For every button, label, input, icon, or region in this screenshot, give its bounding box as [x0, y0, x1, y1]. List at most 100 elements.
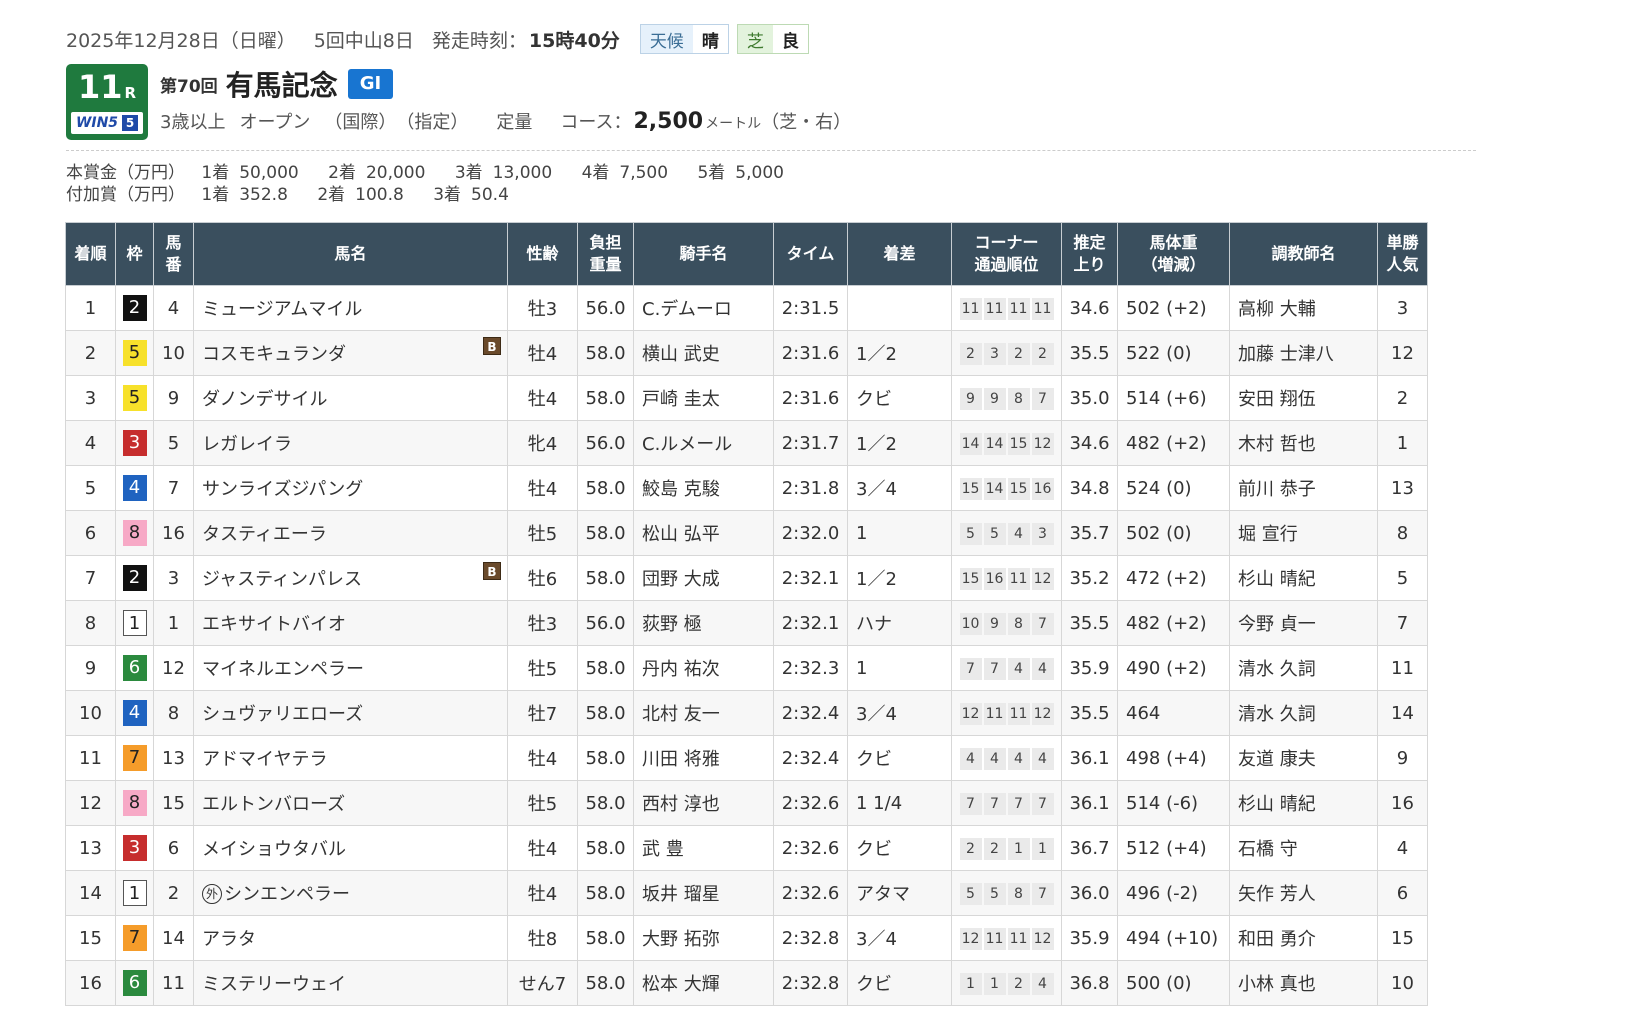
- waku-badge: 5: [122, 385, 147, 411]
- trainer-link[interactable]: 小林 真也: [1238, 974, 1316, 995]
- corners-cell: 11 11 11 11: [951, 285, 1062, 331]
- trainer-link[interactable]: 木村 哲也: [1238, 434, 1316, 455]
- umaban: 12: [153, 645, 194, 691]
- horse-name-link[interactable]: ジャスティンパレス: [202, 569, 362, 590]
- corner-position: 7: [959, 792, 982, 815]
- body-weight: 514 (-6): [1117, 780, 1230, 826]
- jockey-link[interactable]: 川田 将雅: [642, 749, 720, 770]
- horse-cell: マイネルエンペラー: [193, 645, 508, 691]
- carried-weight: 58.0: [577, 510, 634, 556]
- corner-position: 12: [1031, 567, 1054, 590]
- horse-name-link[interactable]: マイネルエンペラー: [202, 659, 364, 680]
- corner-position: 14: [983, 432, 1006, 455]
- popularity: 7: [1377, 600, 1428, 646]
- horse-cell: ミステリーウェイ: [193, 960, 508, 1006]
- waku-badge: 7: [122, 745, 147, 771]
- race-name[interactable]: 有馬記念: [226, 64, 338, 104]
- post-time: 15時40分: [528, 29, 620, 52]
- time: 2:32.1: [773, 600, 848, 646]
- horse-name-link[interactable]: ミュージアムマイル: [202, 299, 362, 320]
- horse-name-link[interactable]: タスティエーラ: [202, 524, 327, 545]
- time: 2:32.6: [773, 870, 848, 916]
- jockey-link[interactable]: 西村 淳也: [642, 794, 720, 815]
- trainer-link[interactable]: 高柳 大輔: [1238, 299, 1316, 320]
- trainer-link[interactable]: 杉山 晴紀: [1238, 794, 1316, 815]
- jockey-link[interactable]: 団野 大成: [642, 569, 720, 590]
- jockey-link[interactable]: 横山 武史: [642, 344, 720, 365]
- horse-name-link[interactable]: アドマイヤテラ: [202, 749, 327, 770]
- trainer-link[interactable]: 石橋 守: [1238, 839, 1298, 860]
- col-weight: 負担 重量: [577, 222, 634, 286]
- trainer-cell: 加藤 士津八: [1229, 330, 1378, 376]
- trainer-cell: 今野 貞一: [1229, 600, 1378, 646]
- horse-name-link[interactable]: コスモキュランダ: [202, 344, 346, 365]
- table-row: 8 1 1 エキサイトバイオ 牡3 56.0 荻野 極 2:32.1 ハナ 10 9 8 7 35.5 48…: [65, 600, 1428, 646]
- corner-position: 5: [983, 522, 1006, 545]
- horse-name-link[interactable]: ダノンデサイル: [202, 389, 327, 410]
- trainer-cell: 和田 勇介: [1229, 915, 1378, 961]
- horse-name-link[interactable]: レガレイラ: [202, 434, 292, 455]
- waku-badge: 1: [122, 880, 147, 906]
- body-weight: 524 (0): [1117, 465, 1230, 511]
- trainer-link[interactable]: 杉山 晴紀: [1238, 569, 1316, 590]
- jockey-link[interactable]: 松本 大輝: [642, 974, 720, 995]
- horse-cell: ジャスティンパレス B: [193, 555, 508, 601]
- corner-position: 8: [1007, 387, 1030, 410]
- trainer-link[interactable]: 前川 恭子: [1238, 479, 1316, 500]
- time: 2:32.6: [773, 780, 848, 826]
- margin: 1／2: [847, 420, 952, 466]
- horse-name-link[interactable]: シュヴァリエローズ: [202, 704, 363, 725]
- horse-cell: タスティエーラ: [193, 510, 508, 556]
- jockey-link[interactable]: 戸崎 圭太: [642, 389, 720, 410]
- waku-cell: 6: [115, 645, 154, 691]
- horse-name-link[interactable]: サンライズジパング: [202, 479, 363, 500]
- jockey-link[interactable]: 荻野 極: [642, 614, 702, 635]
- trainer-link[interactable]: 加藤 士津八: [1238, 344, 1334, 365]
- blinker-icon: B: [483, 562, 501, 580]
- body-weight: 498 (+4): [1117, 735, 1230, 781]
- last3f: 35.5: [1061, 690, 1118, 736]
- jockey-link[interactable]: 丹内 祐次: [642, 659, 720, 680]
- corner-position: 11: [1007, 567, 1030, 590]
- popularity: 1: [1377, 420, 1428, 466]
- horse-name-link[interactable]: アラタ: [202, 929, 256, 950]
- trainer-link[interactable]: 和田 勇介: [1238, 929, 1316, 950]
- horse-name-link[interactable]: エキサイトバイオ: [202, 614, 346, 635]
- jockey-link[interactable]: 武 豊: [642, 839, 684, 860]
- trainer-link[interactable]: 矢作 芳人: [1238, 884, 1316, 905]
- horse-name-link[interactable]: シンエンペラー: [224, 884, 350, 905]
- trainer-link[interactable]: 堀 宣行: [1238, 524, 1298, 545]
- post-time-label: 発走時刻：: [431, 29, 527, 52]
- waku-badge: 6: [122, 655, 147, 681]
- margin: 1 1/4: [847, 780, 952, 826]
- carried-weight: 58.0: [577, 960, 634, 1006]
- trainer-link[interactable]: 清水 久詞: [1238, 704, 1316, 725]
- trainer-link[interactable]: 安田 翔伍: [1238, 389, 1316, 410]
- carried-weight: 56.0: [577, 285, 634, 331]
- carried-weight: 58.0: [577, 915, 634, 961]
- waku-badge: 4: [122, 475, 147, 501]
- corner-position: 4: [1031, 747, 1054, 770]
- trainer-link[interactable]: 友道 康夫: [1238, 749, 1316, 770]
- jockey-link[interactable]: 大野 拓弥: [642, 929, 720, 950]
- jockey-cell: 松山 弘平: [633, 510, 774, 556]
- waku-cell: 7: [115, 915, 154, 961]
- trainer-link[interactable]: 今野 貞一: [1238, 614, 1316, 635]
- horse-name-link[interactable]: ミステリーウェイ: [202, 974, 346, 995]
- jockey-link[interactable]: 北村 友一: [642, 704, 720, 725]
- waku-badge: 8: [122, 520, 147, 546]
- margin: 3／4: [847, 465, 952, 511]
- trainer-link[interactable]: 清水 久詞: [1238, 659, 1316, 680]
- jockey-link[interactable]: 坂井 瑠星: [642, 884, 720, 905]
- corner-position: 15: [959, 477, 982, 500]
- horse-name-link[interactable]: エルトンバローズ: [202, 794, 345, 815]
- jockey-link[interactable]: 松山 弘平: [642, 524, 720, 545]
- margin: 1: [847, 510, 952, 556]
- margin: 3／4: [847, 915, 952, 961]
- place: 11: [65, 735, 116, 781]
- table-row: 1 2 4 ミュージアムマイル 牡3 56.0 C.デムーロ 2:31.5 11 11 11 11 34…: [65, 285, 1428, 331]
- horse-name-link[interactable]: メイショウタバル: [202, 839, 346, 860]
- jockey-link[interactable]: 鮫島 克駿: [642, 479, 720, 500]
- jockey-link[interactable]: C.ルメール: [642, 434, 732, 455]
- jockey-link[interactable]: C.デムーロ: [642, 299, 732, 320]
